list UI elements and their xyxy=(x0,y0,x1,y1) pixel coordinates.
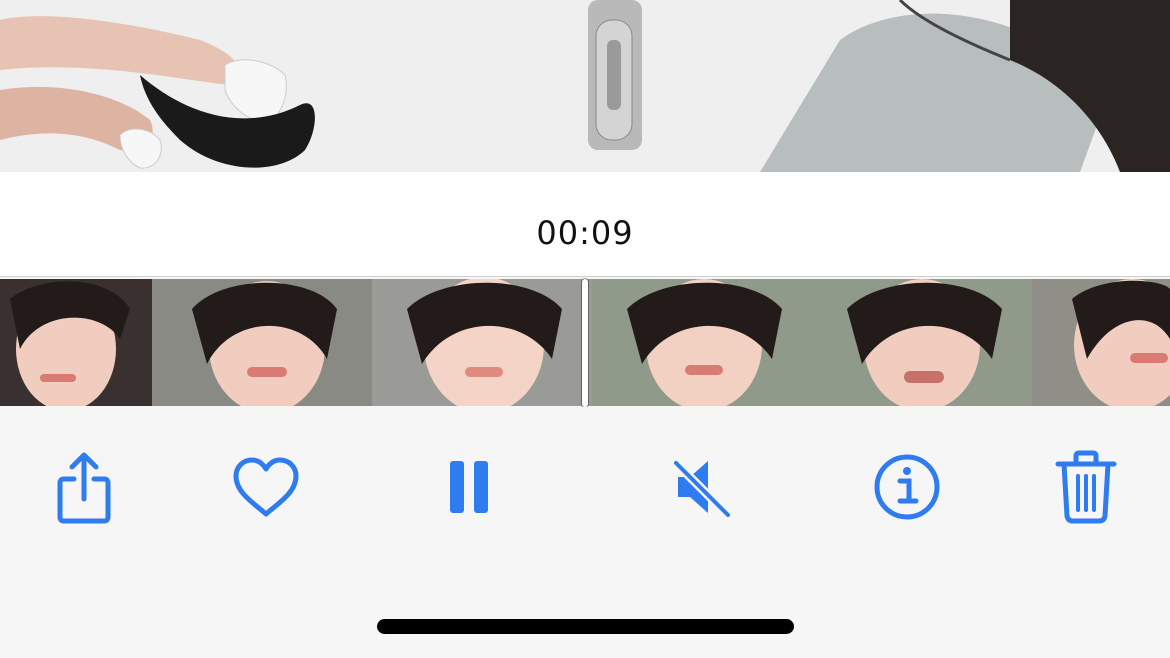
pause-icon xyxy=(450,461,488,513)
trash-icon xyxy=(1055,450,1117,524)
frame-thumbnail xyxy=(152,279,372,406)
frame-thumbnail xyxy=(1032,279,1170,406)
frame-thumbnail xyxy=(592,279,812,406)
video-frame-image xyxy=(0,0,1170,172)
time-display-bar: 00:09 xyxy=(0,172,1170,277)
home-indicator[interactable] xyxy=(377,619,794,634)
speaker-muted-icon xyxy=(672,459,732,519)
playhead-handle[interactable] xyxy=(582,279,588,407)
info-button[interactable] xyxy=(867,447,947,527)
delete-button[interactable] xyxy=(1046,447,1126,527)
pause-button[interactable] xyxy=(430,447,510,527)
share-icon xyxy=(57,452,111,524)
frame-thumbnail xyxy=(812,279,1032,406)
frame-thumbnail xyxy=(0,279,152,406)
share-button[interactable] xyxy=(44,447,124,527)
frame-thumbnail xyxy=(372,279,592,406)
video-preview[interactable] xyxy=(0,0,1170,172)
info-icon xyxy=(874,454,940,520)
heart-icon xyxy=(233,457,299,517)
mute-button[interactable] xyxy=(660,447,740,527)
favorite-button[interactable] xyxy=(226,447,306,527)
playback-time: 00:09 xyxy=(536,214,634,252)
